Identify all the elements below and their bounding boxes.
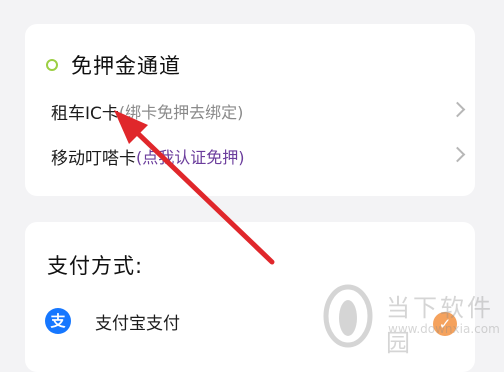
alipay-label: 支付宝支付 — [95, 313, 180, 334]
ic-card-label: 租车IC卡 — [51, 103, 119, 124]
dingda-card-label: 移动叮嗒卡 — [51, 148, 136, 169]
payment-method-title: 支付方式: — [47, 254, 144, 278]
chevron-right-icon — [449, 146, 466, 163]
alipay-icon: 支 — [45, 308, 71, 334]
watermark-url: www.downxia.com — [388, 322, 500, 336]
dingda-card-row[interactable]: 移动叮嗒卡 (点我认证免押) — [51, 141, 466, 171]
deposit-free-header: 免押金通道 — [46, 50, 181, 80]
deposit-free-title: 免押金通道 — [71, 54, 181, 78]
ic-card-row[interactable]: 租车IC卡 (绑卡免押去绑定) — [51, 96, 466, 126]
downxia-logo-icon — [323, 284, 373, 348]
ic-card-hint: (绑卡免押去绑定) — [118, 103, 244, 122]
alipay-option[interactable]: 支 支付宝支付 — [45, 308, 180, 334]
dingda-card-hint: (点我认证免押) — [136, 148, 245, 167]
watermark: 当下软件园 www.downxia.com — [322, 282, 502, 357]
chevron-right-icon — [449, 101, 466, 118]
ring-icon — [46, 59, 58, 71]
deposit-free-card: 免押金通道 租车IC卡 (绑卡免押去绑定) 移动叮嗒卡 (点我认证免押) — [25, 24, 475, 196]
